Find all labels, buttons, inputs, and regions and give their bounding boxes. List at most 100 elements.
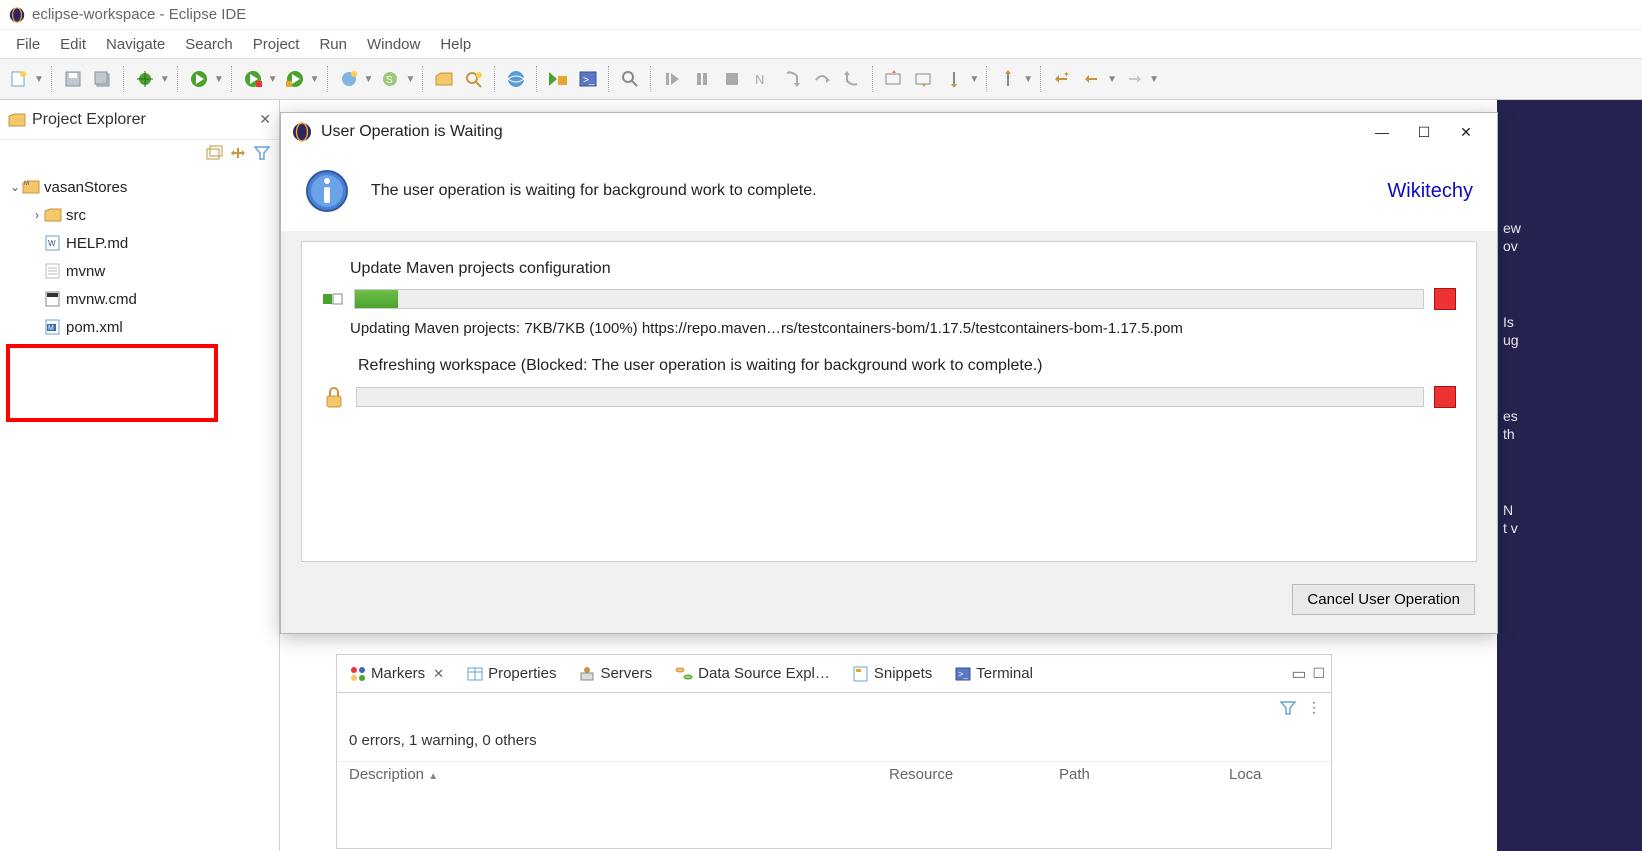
menu-run[interactable]: Run xyxy=(309,34,357,55)
task1-progress-row xyxy=(322,288,1456,310)
step-into-button[interactable] xyxy=(779,66,805,92)
col-location[interactable]: Loca xyxy=(1229,766,1262,783)
resume-button[interactable] xyxy=(659,66,685,92)
web-browser-button[interactable] xyxy=(503,66,529,92)
dialog-title: User Operation is Waiting xyxy=(321,123,1361,141)
maximize-icon[interactable]: ☐ xyxy=(1312,665,1325,682)
run-button[interactable] xyxy=(186,66,212,92)
new-connection-button[interactable]: S xyxy=(377,66,403,92)
col-description[interactable]: Description ▲ xyxy=(349,766,889,783)
step-over-button[interactable] xyxy=(809,66,835,92)
tree-label: mvnw xyxy=(66,263,105,280)
progress-running-icon xyxy=(322,291,344,307)
menu-help[interactable]: Help xyxy=(430,34,481,55)
minimize-icon[interactable]: ▭ xyxy=(1291,664,1306,684)
menu-window[interactable]: Window xyxy=(357,34,430,55)
task1-title: Update Maven projects configuration xyxy=(350,260,1456,278)
project-explorer-title: Project Explorer xyxy=(32,111,253,129)
view-menu-icon[interactable]: ⋮ xyxy=(1307,699,1321,720)
open-type-button[interactable] xyxy=(431,66,457,92)
markers-summary: 0 errors, 1 warning, 0 others xyxy=(337,726,1331,755)
expand-button[interactable] xyxy=(941,66,967,92)
dropdown-icon[interactable]: ▼ xyxy=(214,74,224,85)
menubar: File Edit Navigate Search Project Run Wi… xyxy=(0,30,1642,58)
coverage-button[interactable] xyxy=(240,66,266,92)
filter-icon[interactable] xyxy=(253,144,271,165)
tab-terminal[interactable]: >_ Terminal xyxy=(948,661,1039,687)
cancel-user-operation-button[interactable]: Cancel User Operation xyxy=(1292,584,1475,615)
svg-text:>_: >_ xyxy=(583,75,595,86)
menu-file[interactable]: File xyxy=(6,34,50,55)
dropdown-icon[interactable]: ▼ xyxy=(1107,74,1117,85)
menu-search[interactable]: Search xyxy=(175,34,243,55)
dropdown-icon[interactable]: ▼ xyxy=(1149,74,1159,85)
use-step-filters-button[interactable] xyxy=(911,66,937,92)
suspend-button[interactable] xyxy=(689,66,715,92)
new-server-button[interactable] xyxy=(336,66,362,92)
text-fragment: ov xyxy=(1503,238,1636,254)
terminal-icon: >_ xyxy=(954,665,972,683)
minimize-button[interactable]: — xyxy=(1361,117,1403,147)
dropdown-icon[interactable]: ▼ xyxy=(405,74,415,85)
properties-icon xyxy=(466,665,484,683)
drop-frame-button[interactable] xyxy=(881,66,907,92)
debug-button[interactable] xyxy=(132,66,158,92)
tab-markers[interactable]: Markers ✕ xyxy=(343,661,450,687)
tab-datasource[interactable]: Data Source Expl… xyxy=(668,661,836,687)
problems-view: Markers ✕ Properties Servers Data Source… xyxy=(336,654,1332,849)
terminate-button[interactable] xyxy=(719,66,745,92)
link-editor-icon[interactable] xyxy=(229,144,247,165)
tree-file-help[interactable]: W HELP.md xyxy=(8,229,271,257)
back-button[interactable] xyxy=(1079,66,1105,92)
step-return-button[interactable] xyxy=(839,66,865,92)
main-toolbar: ▼ ▼ ▼ ▼ ▼ ▼ S▼ >_ N ▼ ▼ ✦ ▼ ▼ xyxy=(0,58,1642,100)
col-path[interactable]: Path xyxy=(1059,766,1229,783)
last-edit-button[interactable]: ✦ xyxy=(1049,66,1075,92)
close-icon[interactable]: ✕ xyxy=(433,666,444,682)
tree-file-mvnwcmd[interactable]: mvnw.cmd xyxy=(8,285,271,313)
save-all-button[interactable] xyxy=(90,66,116,92)
menu-project[interactable]: Project xyxy=(243,34,310,55)
dropdown-icon[interactable]: ▼ xyxy=(34,74,44,85)
col-resource[interactable]: Resource xyxy=(889,766,1059,783)
dropdown-icon[interactable]: ▼ xyxy=(268,74,278,85)
run-config-button[interactable] xyxy=(545,66,571,92)
tree-project-root[interactable]: ⌄ M vasanStores xyxy=(8,173,271,201)
dropdown-icon[interactable]: ▼ xyxy=(364,74,374,85)
tab-servers[interactable]: Servers xyxy=(572,661,658,687)
dialog-body: Update Maven projects configuration Upda… xyxy=(301,241,1477,562)
tab-label: Markers xyxy=(371,665,425,682)
terminal-button[interactable]: >_ xyxy=(575,66,601,92)
search-button[interactable] xyxy=(461,66,487,92)
stop-task1-button[interactable] xyxy=(1434,288,1456,310)
dropdown-icon[interactable]: ▼ xyxy=(310,74,320,85)
save-button[interactable] xyxy=(60,66,86,92)
project-explorer-icon xyxy=(8,112,26,128)
brand-label: Wikitechy xyxy=(1387,180,1473,203)
eclipse-app-icon xyxy=(291,121,313,143)
tree-folder-src[interactable]: › src xyxy=(8,201,271,229)
new-button[interactable] xyxy=(6,66,32,92)
stop-task2-button[interactable] xyxy=(1434,386,1456,408)
tab-properties[interactable]: Properties xyxy=(460,661,562,687)
zoom-button[interactable] xyxy=(617,66,643,92)
menu-edit[interactable]: Edit xyxy=(50,34,96,55)
tree-file-mvnw[interactable]: mvnw xyxy=(8,257,271,285)
dropdown-icon[interactable]: ▼ xyxy=(160,74,170,85)
forward-button[interactable] xyxy=(1121,66,1147,92)
tab-snippets[interactable]: Snippets xyxy=(846,661,938,687)
menu-navigate[interactable]: Navigate xyxy=(96,34,175,55)
filter-icon[interactable] xyxy=(1279,699,1297,720)
markers-icon xyxy=(349,665,367,683)
next-annotation-button[interactable] xyxy=(995,66,1021,92)
svg-text:N: N xyxy=(755,72,764,87)
tree-file-pom[interactable]: M pom.xml xyxy=(8,313,271,341)
dropdown-icon[interactable]: ▼ xyxy=(969,74,979,85)
close-icon[interactable]: ✕ xyxy=(259,111,271,128)
collapse-all-icon[interactable] xyxy=(205,144,223,165)
maximize-button[interactable]: ☐ xyxy=(1403,117,1445,147)
dropdown-icon[interactable]: ▼ xyxy=(1023,74,1033,85)
run-last-button[interactable] xyxy=(282,66,308,92)
close-button[interactable]: ✕ xyxy=(1445,117,1487,147)
disconnect-button[interactable]: N xyxy=(749,66,775,92)
